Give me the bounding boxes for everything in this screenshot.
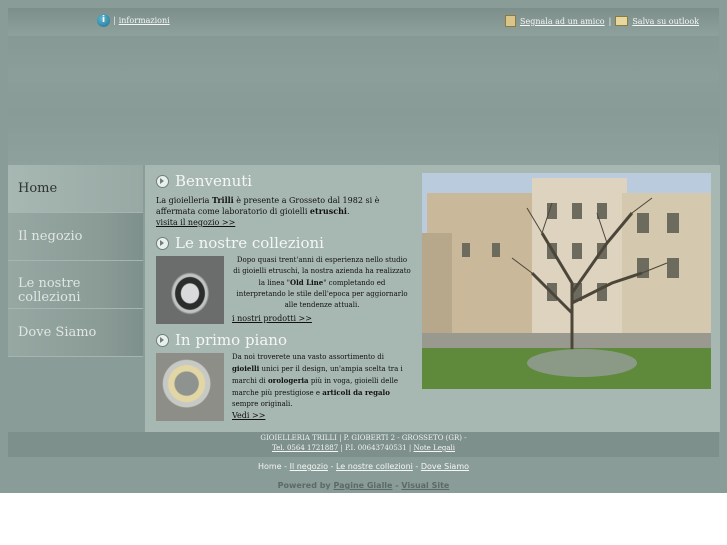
separator-bar: | [608,16,612,26]
featured-text-d: orologeria [268,376,309,385]
visual-site-link[interactable]: Visual Site [401,481,449,490]
signal-friend-icon [505,15,516,27]
phone-link[interactable]: Tel. 0564 1721887 [272,444,338,452]
featured-text-g: sempre originali. [232,400,293,408]
sidebar-nav: Home Il negozio Le nostre collezioni Dov… [8,165,143,425]
powered-sep: - [395,481,399,490]
top-links: Segnala ad un amico | Salva su outlook [505,15,699,27]
arrow-bullet-icon [156,236,169,250]
legal-notes-link[interactable]: Note Legali [414,444,455,452]
welcome-title: Benvenuti [175,172,253,190]
bracelet-image [156,256,224,324]
welcome-text-a: La gioielleria [156,196,212,205]
save-outlook-link[interactable]: Salva su outlook [632,17,699,26]
featured-text-f: articoli da regalo [322,388,390,397]
nav-item-home[interactable]: Home [8,165,143,213]
vat-number: | P.I. 00643740531 | [340,444,412,452]
collections-text-b: Old Line [290,278,324,287]
footer-address: GIOIELLERIA TRILLI | P. GIOBERTI 2 - GRO… [260,434,467,442]
welcome-text-e: . [346,207,350,216]
collections-title: Le nostre collezioni [175,234,324,252]
footer-link-dove-siamo[interactable]: Dove Siamo [421,462,469,471]
nav-label: Il negozio [18,229,83,244]
powered-by-label: Powered by [277,481,331,490]
street-photo-svg [422,173,711,389]
visit-shop-link[interactable]: visita il negozio >> [156,217,235,228]
nav-item-negozio[interactable]: Il negozio [8,213,143,261]
featured-text-a: Da noi troverete una vasto assortimento … [232,353,384,361]
featured-text: Da noi troverete una vasto assortimento … [232,352,410,410]
featured-heading: In primo piano [156,331,287,349]
collections-heading: Le nostre collezioni [156,234,324,252]
nav-item-collezioni[interactable]: Le nostre collezioni [8,261,143,309]
nav-label: Home [18,181,58,196]
separator-bar: | [113,16,116,25]
nav-item-dove-siamo[interactable]: Dove Siamo [8,309,143,357]
info-link[interactable]: informazioni [119,16,170,25]
street-photo [422,173,711,389]
welcome-heading: Benvenuti [156,172,252,190]
footer-contacts: Tel. 0564 1721887 | P.I. 00643740531 | N… [8,443,719,453]
welcome-text-b: Trilli [211,195,234,205]
footer-link-negozio[interactable]: Il negozio [290,462,328,471]
footer-link-home[interactable]: Home [258,462,282,471]
footer-nav: Home - Il negozio - Le nostre collezioni… [0,462,727,477]
footer-info: GIOIELLERIA TRILLI | P. GIOBERTI 2 - GRO… [8,432,719,457]
footer-link-collezioni[interactable]: Le nostre collezioni [336,462,413,471]
pagine-gialle-link[interactable]: Pagine Gialle [333,481,392,490]
arrow-bullet-icon [156,174,169,188]
welcome-text-d: etruschi [309,206,347,216]
welcome-text: La gioielleria Trilli è presente a Gross… [156,195,406,217]
featured-text-b: gioielli [232,364,260,373]
info-icon[interactable]: i [97,14,110,27]
nav-label: Dove Siamo [18,325,97,340]
powered-by: Powered by Pagine Gialle - Visual Site [0,481,727,493]
featured-title: In primo piano [175,331,287,349]
products-link[interactable]: i nostri prodotti >> [232,313,312,324]
info-area: i | informazioni [97,14,170,27]
outlook-icon [615,16,629,26]
header-banner [8,36,719,165]
signal-friend-link[interactable]: Segnala ad un amico [520,17,605,26]
rings-image [156,353,224,421]
nav-label: Le nostre collezioni [18,276,81,305]
see-more-link[interactable]: Vedi >> [232,410,265,421]
collections-text: Dopo quasi trent'anni di esperienza nell… [233,255,411,311]
arrow-bullet-icon [156,333,169,347]
